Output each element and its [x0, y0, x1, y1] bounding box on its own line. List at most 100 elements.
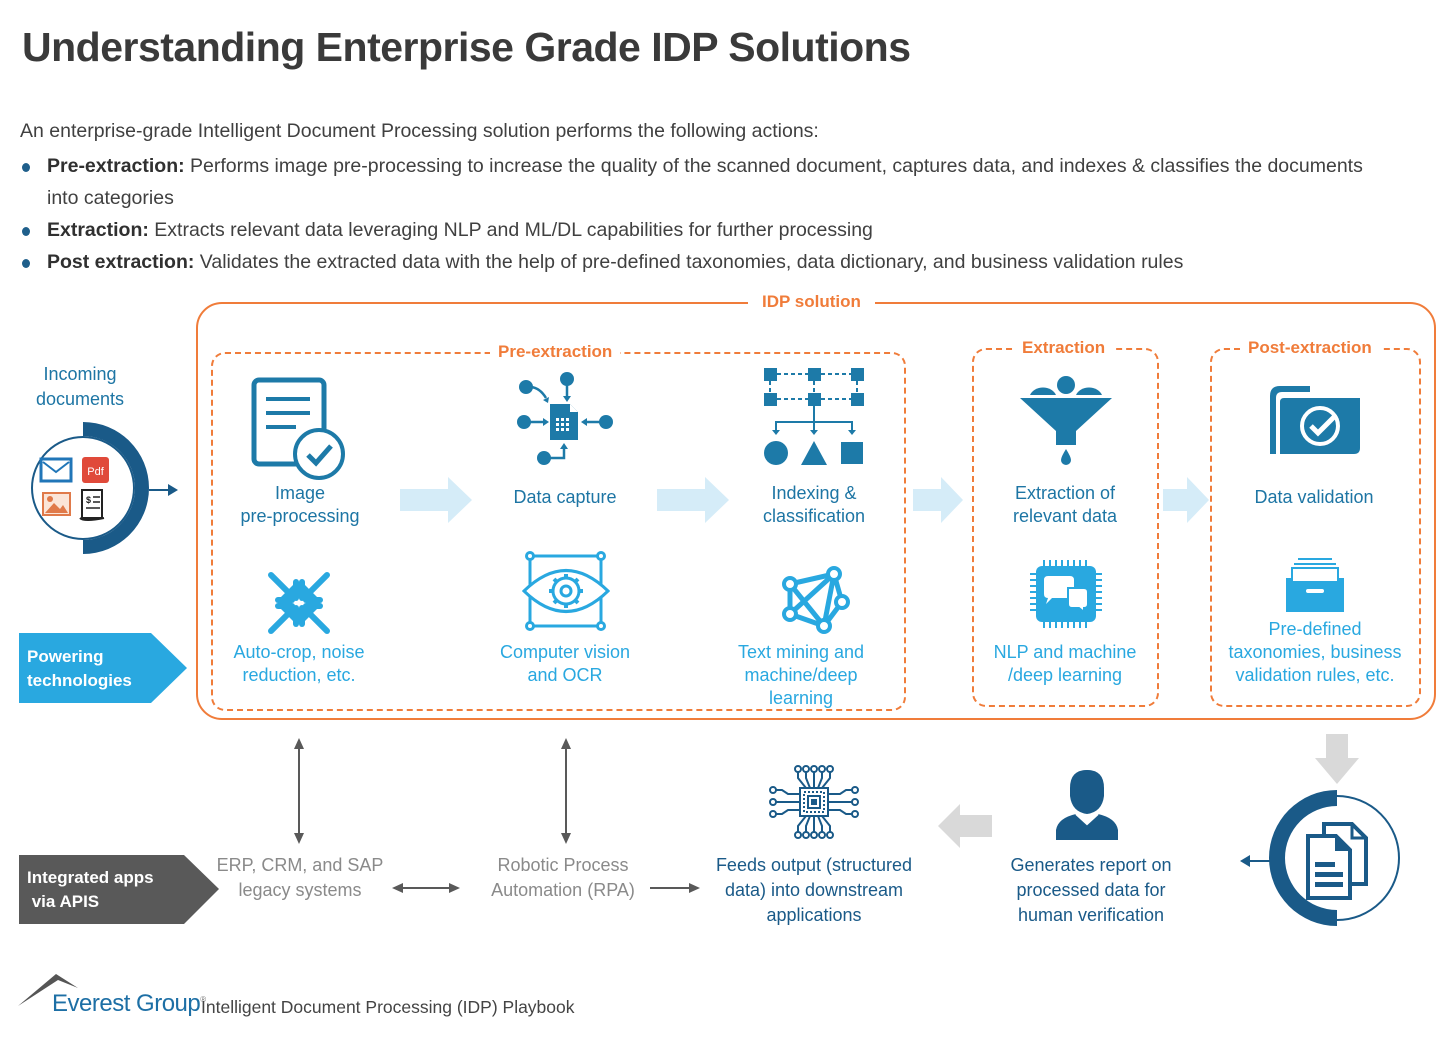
rpa-line2: Automation (RPA): [491, 880, 635, 900]
pre-extraction-label: Pre-extraction: [490, 342, 621, 362]
tech-line3: validation rules, etc.: [1235, 665, 1395, 685]
step-image-preprocessing: Image pre-processing: [220, 482, 380, 528]
bullet-term: Post extraction:: [47, 251, 195, 273]
compress-arrows-icon: [268, 572, 330, 634]
gray-arrow-down: [1315, 734, 1359, 784]
page-title: Understanding Enterprise Grade IDP Solut…: [22, 24, 911, 70]
step-line1: Indexing &: [771, 483, 857, 503]
tech-line1: Auto-crop, noise: [233, 642, 365, 662]
report-line3: human verification: [1017, 905, 1165, 925]
incoming-label-line1: Incoming: [43, 364, 117, 384]
incoming-documents-label: Incoming documents: [20, 362, 140, 412]
gray-arrow-left: [938, 804, 992, 848]
email-icon: [39, 457, 73, 483]
erp-line2: legacy systems: [238, 880, 362, 900]
integrated-apps-tag: Integrated apps via APIS: [27, 866, 154, 914]
tech-line2: reduction, etc.: [242, 665, 356, 685]
bullet-dot: [22, 227, 30, 236]
feeds-line2: data) into downstream: [724, 880, 904, 900]
bullet-dot: [22, 259, 30, 268]
feeds-output-label: Feeds output (structured data) into down…: [700, 853, 928, 928]
svg-text:$: $: [86, 495, 91, 505]
step-line1: Extraction of: [1014, 483, 1116, 503]
step-line2: pre-processing: [240, 506, 360, 526]
tech-computer-vision: Computer vision and OCR: [480, 641, 650, 687]
arrow-right: [650, 883, 700, 893]
image-icon: [42, 492, 71, 516]
eye-gear-icon: [522, 551, 610, 631]
network-icon: [782, 566, 850, 634]
post-extraction-label: Post-extraction: [1240, 338, 1380, 358]
tech-taxonomies: Pre-defined taxonomies, business validat…: [1214, 618, 1416, 687]
step-extraction-relevant-data: Extraction of relevant data: [985, 482, 1145, 528]
bullet-list: Pre-extraction: Performs image pre-proce…: [20, 150, 1380, 278]
tech-line1: NLP and machine: [993, 642, 1137, 662]
step-line1: Image: [274, 483, 326, 503]
file-drawer-icon: [1286, 558, 1344, 612]
bullet-term: Pre-extraction:: [47, 155, 185, 177]
erp-line1: ERP, CRM, and SAP: [216, 855, 384, 875]
circuit-chip-icon: [769, 765, 859, 839]
step-line1: Data validation: [1254, 487, 1374, 507]
extraction-label: Extraction: [1014, 338, 1114, 358]
report-line2: processed data for: [1016, 880, 1166, 900]
step-line1: Data capture: [513, 487, 617, 507]
powering-technologies-tag: Powering technologies: [27, 645, 132, 693]
incoming-documents-circle: Pdf $: [31, 422, 178, 554]
flow-arrow: [657, 477, 729, 523]
tech-line1: Computer vision: [499, 642, 631, 662]
tag-line1: Powering: [27, 647, 104, 666]
folder-check-icon: [1270, 386, 1360, 454]
footer-playbook-text: Intelligent Document Processing (IDP) Pl…: [201, 997, 575, 1017]
bullet-post-extraction: Post extraction: Validates the extracted…: [20, 246, 1380, 278]
bullet-text: Extracts relevant data leveraging NLP an…: [148, 219, 873, 241]
report-line1: Generates report on: [1010, 855, 1172, 875]
feeds-line3: applications: [766, 905, 862, 925]
intro-text: An enterprise-grade Intelligent Document…: [20, 120, 819, 142]
bidirectional-arrow-vertical: [294, 738, 304, 844]
tech-line3: learning: [768, 688, 834, 708]
bidirectional-arrow-vertical: [561, 738, 571, 844]
bullet-pre-extraction: Pre-extraction: Performs image pre-proce…: [20, 150, 1380, 214]
feeds-line1: Feeds output (structured: [715, 855, 913, 875]
step-data-capture: Data capture: [485, 486, 645, 509]
chip-chat-icon: [1030, 560, 1102, 628]
invoice-icon: $: [79, 489, 105, 521]
rpa-label: Robotic Process Automation (RPA): [468, 853, 658, 903]
tag-line1: Integrated apps: [27, 868, 154, 887]
flow-arrow: [1163, 477, 1209, 523]
tech-auto-crop: Auto-crop, noise reduction, etc.: [214, 641, 384, 687]
tech-line1: Pre-defined: [1268, 619, 1362, 639]
bullet-extraction: Extraction: Extracts relevant data lever…: [20, 214, 1380, 246]
bullet-text: Performs image pre-processing to increas…: [47, 155, 1363, 209]
tech-nlp: NLP and machine /deep learning: [980, 641, 1150, 687]
tech-line2: /deep learning: [1007, 665, 1123, 685]
erp-crm-sap-label: ERP, CRM, and SAP legacy systems: [205, 853, 395, 903]
bullet-term: Extraction:: [47, 219, 149, 241]
generates-report-label: Generates report on processed data for h…: [985, 853, 1197, 928]
bidirectional-arrow-horizontal: [392, 883, 460, 893]
tech-line2: and OCR: [527, 665, 603, 685]
tech-line2: taxonomies, business: [1228, 642, 1402, 662]
flow-arrow: [913, 477, 963, 523]
tech-line1: Text mining and: [737, 642, 865, 662]
output-documents-circle: [1240, 790, 1400, 926]
rpa-line1: Robotic Process: [497, 855, 629, 875]
classification-icon: [764, 368, 864, 465]
step-indexing-classification: Indexing & classification: [734, 482, 894, 528]
svg-text:Pdf: Pdf: [87, 466, 104, 478]
everest-group-brand: Everest Group®: [52, 990, 206, 1018]
funnel-icon: [1020, 376, 1112, 465]
step-line2: classification: [762, 506, 866, 526]
document-check-icon: [251, 377, 345, 480]
incoming-label-line2: documents: [35, 389, 125, 409]
idp-solution-label: IDP solution: [748, 292, 875, 312]
step-data-validation: Data validation: [1234, 486, 1394, 509]
tech-text-mining: Text mining and machine/deep learning: [716, 641, 886, 710]
bullet-text: Validates the extracted data with the he…: [194, 251, 1184, 273]
bullet-dot: [22, 163, 30, 172]
brand-name: Everest Group: [52, 990, 201, 1017]
step-line2: relevant data: [1012, 506, 1118, 526]
tag-line2: via APIS: [27, 892, 100, 911]
pdf-icon: Pdf: [82, 457, 109, 483]
